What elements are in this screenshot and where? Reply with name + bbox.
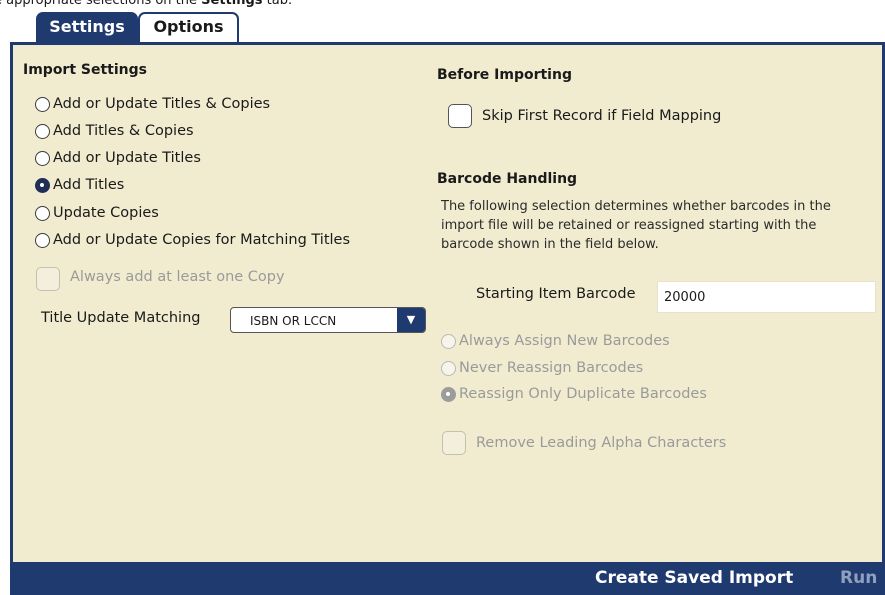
chevron-down-icon: ▼ bbox=[397, 308, 425, 332]
tab-options[interactable]: Options bbox=[138, 12, 239, 42]
radio-add-update-titles-copies[interactable]: Add or Update Titles & Copies bbox=[35, 96, 270, 112]
starting-barcode-label: Starting Item Barcode bbox=[476, 286, 636, 302]
radio-button[interactable] bbox=[35, 150, 50, 166]
import-settings-heading: Import Settings bbox=[23, 62, 147, 78]
radio-label: Always Assign New Barcodes bbox=[459, 333, 670, 349]
radio-button[interactable] bbox=[35, 96, 50, 112]
caption-suffix: tab. bbox=[262, 0, 293, 8]
radio-button[interactable] bbox=[441, 386, 456, 402]
radio-button[interactable] bbox=[35, 232, 50, 248]
radio-update-copies[interactable]: Update Copies bbox=[35, 205, 159, 221]
radio-label: Add or Update Copies for Matching Titles bbox=[53, 232, 351, 248]
barcode-handling-heading: Barcode Handling bbox=[437, 171, 578, 187]
radio-button[interactable] bbox=[441, 333, 456, 349]
barcode-description: The following selection determines wheth… bbox=[441, 199, 831, 252]
caption-bold: Settings bbox=[201, 0, 263, 8]
caption-prefix: e appropriate selections on the bbox=[0, 0, 202, 8]
radio-label: Update Copies bbox=[53, 205, 159, 221]
radio-button[interactable] bbox=[35, 205, 50, 221]
radio-label: Never Reassign Barcodes bbox=[459, 360, 644, 376]
title-update-matching-select[interactable]: ISBN OR LCCN ▼ bbox=[230, 307, 426, 333]
radio-add-update-copies-matching[interactable]: Add or Update Copies for Matching Titles bbox=[35, 232, 350, 248]
skip-first-record-label: Skip First Record if Field Mapping bbox=[482, 108, 722, 124]
before-importing-heading: Before Importing bbox=[437, 67, 572, 83]
run-button[interactable]: Run bbox=[840, 568, 877, 588]
radio-always-assign-new[interactable]: Always Assign New Barcodes bbox=[441, 333, 670, 349]
remove-alpha-label: Remove Leading Alpha Characters bbox=[476, 435, 727, 451]
radio-add-titles[interactable]: Add Titles bbox=[35, 177, 124, 193]
radio-add-titles-copies[interactable]: Add Titles & Copies bbox=[35, 123, 194, 139]
radio-never-reassign[interactable]: Never Reassign Barcodes bbox=[441, 360, 643, 376]
radio-label: Add Titles bbox=[53, 177, 125, 193]
radio-add-update-titles[interactable]: Add or Update Titles bbox=[35, 150, 201, 166]
radio-label: Add Titles & Copies bbox=[53, 123, 194, 139]
radio-reassign-duplicates[interactable]: Reassign Only Duplicate Barcodes bbox=[441, 386, 707, 402]
always-add-copy-label: Always add at least one Copy bbox=[70, 269, 285, 285]
tab-settings[interactable]: Settings bbox=[36, 12, 138, 42]
always-add-copy-checkbox[interactable] bbox=[36, 267, 60, 291]
radio-label: Add or Update Titles & Copies bbox=[53, 96, 271, 112]
remove-alpha-checkbox[interactable] bbox=[442, 431, 466, 455]
radio-label: Add or Update Titles bbox=[53, 150, 201, 166]
title-update-matching-label: Title Update Matching bbox=[41, 310, 201, 326]
instruction-caption: e appropriate selections on the Settings… bbox=[0, 0, 292, 8]
radio-label: Reassign Only Duplicate Barcodes bbox=[459, 386, 707, 402]
starting-barcode-input[interactable] bbox=[657, 281, 876, 313]
select-value: ISBN OR LCCN bbox=[250, 314, 337, 328]
radio-button[interactable] bbox=[35, 123, 50, 139]
radio-button[interactable] bbox=[35, 177, 50, 193]
create-saved-import-button[interactable]: Create Saved Import bbox=[595, 568, 793, 588]
skip-first-record-checkbox[interactable] bbox=[448, 104, 472, 128]
radio-button[interactable] bbox=[441, 360, 456, 376]
